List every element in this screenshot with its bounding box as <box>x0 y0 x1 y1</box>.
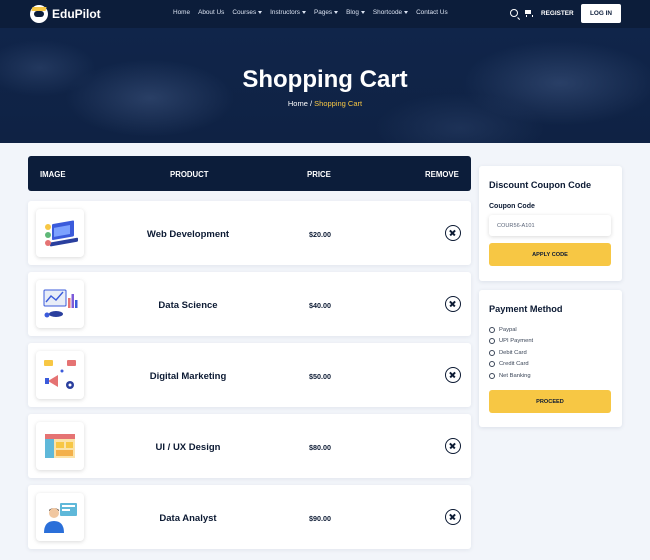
graduation-cap-icon <box>30 5 48 23</box>
product-name[interactable]: Data Analyst <box>118 513 258 524</box>
search-icon[interactable] <box>510 9 518 17</box>
cart-table-header: IMAGE PRODUCT PRICE REMOVE <box>28 156 471 191</box>
proceed-button[interactable]: PROCEED <box>489 390 611 413</box>
nav-item-home[interactable]: Home <box>173 9 190 16</box>
cart-row: Digital Marketing $50.00 <box>28 343 471 407</box>
breadcrumb-current: Shopping Cart <box>314 99 363 108</box>
page-hero: Shopping Cart Home / Shopping Cart <box>0 28 650 143</box>
nav-label: Courses <box>232 9 257 16</box>
payment-option-upi[interactable]: UPI Payment <box>489 336 533 348</box>
nav-label: Home <box>173 9 191 16</box>
login-button[interactable]: LOG IN <box>581 4 621 23</box>
payment-option-label: Debit Card <box>499 349 527 356</box>
chevron-down-icon <box>404 11 409 14</box>
payment-option-credit-card[interactable]: Credit Card <box>489 359 533 371</box>
cart-icon[interactable] <box>524 9 533 17</box>
register-link[interactable]: REGISTER <box>541 10 574 17</box>
coupon-card-title: Discount Coupon Code <box>489 180 592 190</box>
top-navbar: EduPilot Home About Us Courses Instructo… <box>0 0 650 28</box>
nav-label: Contact Us <box>416 9 448 16</box>
nav-label: Shortcode <box>372 9 403 16</box>
product-price: $20.00 <box>309 230 331 239</box>
page-title: Shopping Cart <box>242 66 408 93</box>
chevron-down-icon <box>302 11 306 14</box>
nav-item-about-us[interactable]: About Us <box>198 9 224 16</box>
main-nav: Home About Us Courses Instructors Pages … <box>173 9 448 16</box>
payment-option-label: UPI Payment <box>499 338 534 345</box>
product-name[interactable]: Digital Marketing <box>118 371 258 382</box>
chevron-down-icon <box>258 11 263 14</box>
column-header-remove: REMOVE <box>425 170 459 179</box>
radio-button[interactable] <box>489 361 495 368</box>
product-price: $40.00 <box>309 301 331 310</box>
chevron-down-icon <box>360 11 365 14</box>
data-chart-icon <box>36 280 84 328</box>
nav-label: Pages <box>314 9 333 16</box>
column-header-price: PRICE <box>307 170 331 179</box>
payment-option-label: Paypal <box>499 326 517 333</box>
nav-label: Instructors <box>270 9 300 16</box>
remove-item-button[interactable] <box>445 296 461 312</box>
nav-label: Blog <box>346 9 359 16</box>
coupon-code-input[interactable] <box>489 215 611 236</box>
nav-item-instructors[interactable]: Instructors <box>270 9 306 16</box>
payment-option-net-banking[interactable]: Net Banking <box>489 370 533 382</box>
megaphone-icon <box>36 351 84 399</box>
coupon-card: Discount Coupon Code Coupon Code APPLY C… <box>479 166 622 281</box>
product-name[interactable]: UI / UX Design <box>118 442 258 453</box>
analyst-person-icon <box>36 493 84 541</box>
nav-item-blog[interactable]: Blog <box>346 9 365 16</box>
apply-code-button[interactable]: APPLY CODE <box>489 243 611 266</box>
laptop-icon <box>36 209 84 257</box>
radio-button[interactable] <box>489 338 495 345</box>
remove-item-button[interactable] <box>445 225 461 241</box>
payment-option-paypal[interactable]: Paypal <box>489 324 533 336</box>
radio-button[interactable] <box>489 349 495 356</box>
radio-button[interactable] <box>489 326 495 333</box>
payment-option-debit-card[interactable]: Debit Card <box>489 347 533 359</box>
breadcrumb-home-link[interactable]: Home <box>288 99 308 108</box>
remove-item-button[interactable] <box>445 438 461 454</box>
product-name[interactable]: Data Science <box>118 300 258 311</box>
remove-item-button[interactable] <box>445 509 461 525</box>
product-price: $90.00 <box>309 514 331 523</box>
coupon-field-label: Coupon Code <box>489 203 535 210</box>
cart-row: Data Science $40.00 <box>28 272 471 336</box>
chevron-down-icon <box>334 11 339 14</box>
cart-row: UI / UX Design $80.00 <box>28 414 471 478</box>
payment-card-title: Payment Method <box>489 304 563 314</box>
breadcrumb: Home / Shopping Cart <box>0 99 650 108</box>
column-header-product: PRODUCT <box>170 170 209 179</box>
nav-item-pages[interactable]: Pages <box>314 9 339 16</box>
product-price: $80.00 <box>309 443 331 452</box>
nav-item-contact-us[interactable]: Contact Us <box>416 9 448 16</box>
layout-icon <box>36 422 84 470</box>
site-logo[interactable]: EduPilot <box>30 5 101 23</box>
product-price: $50.00 <box>309 372 331 381</box>
logo-text: EduPilot <box>52 7 101 21</box>
product-name[interactable]: Web Development <box>118 229 258 240</box>
nav-item-shortcode[interactable]: Shortcode <box>372 9 409 16</box>
payment-option-label: Credit Card <box>499 361 529 368</box>
payment-option-label: Net Banking <box>499 372 531 379</box>
payment-card: Payment Method Paypal UPI Payment Debit … <box>479 290 622 427</box>
nav-item-courses[interactable]: Courses <box>232 9 263 16</box>
cart-row: Data Analyst $90.00 <box>28 485 471 549</box>
nav-label: About Us <box>198 9 225 16</box>
remove-item-button[interactable] <box>445 367 461 383</box>
radio-button[interactable] <box>489 372 495 379</box>
column-header-image: IMAGE <box>40 170 66 179</box>
payment-options: Paypal UPI Payment Debit Card Credit Car… <box>489 324 533 382</box>
cart-row: Web Development $20.00 <box>28 201 471 265</box>
